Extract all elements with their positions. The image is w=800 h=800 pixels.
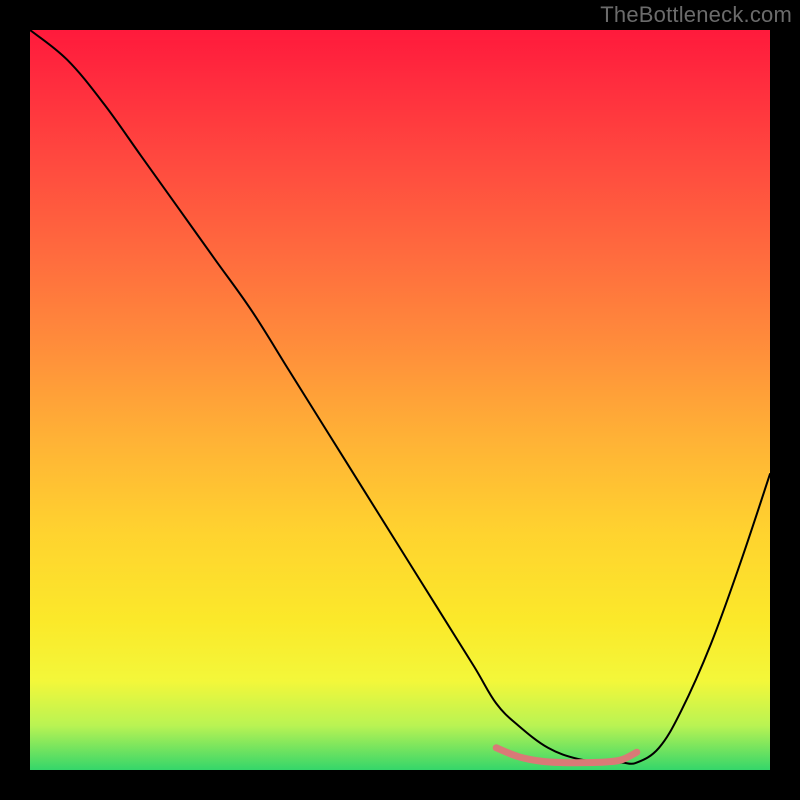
chart-frame: TheBottleneck.com (0, 0, 800, 800)
plot-gradient-background (30, 30, 770, 770)
watermark-text: TheBottleneck.com (600, 2, 792, 28)
